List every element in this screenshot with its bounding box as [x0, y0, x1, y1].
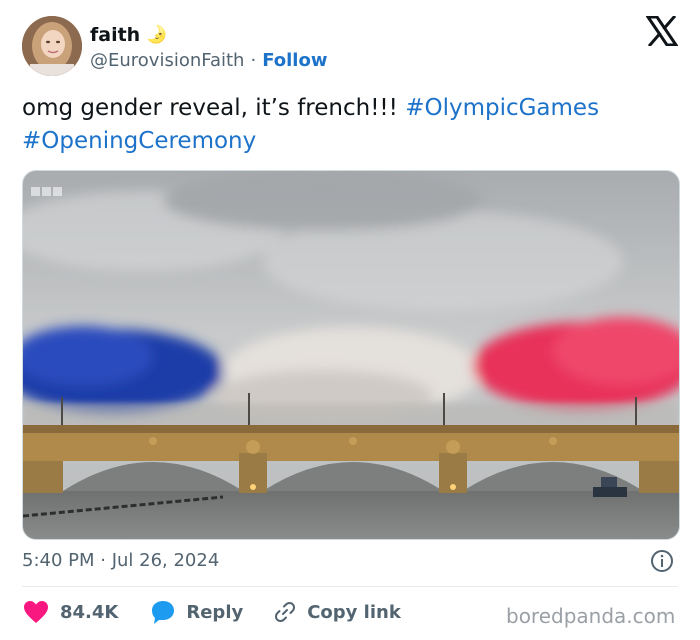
author-name[interactable]: faith: [90, 24, 140, 46]
author-handle[interactable]: @EurovisionFaith: [90, 50, 244, 71]
avatar[interactable]: [22, 16, 82, 76]
info-icon[interactable]: [650, 549, 674, 573]
tweet-timestamp[interactable]: 5:40 PM · Jul 26, 2024: [22, 548, 219, 572]
avatar-image: [22, 16, 82, 76]
x-logo-icon[interactable]: [646, 16, 678, 46]
divider: [22, 586, 678, 587]
copy-link-button[interactable]: Copy link: [273, 600, 401, 624]
reply-label: Reply: [186, 601, 244, 623]
tweet-text: omg gender reveal, it’s french!!! #Olymp…: [22, 92, 682, 158]
author-handle-row: @EurovisionFaith · Follow: [90, 48, 327, 72]
hashtag-openingceremony[interactable]: #OpeningCeremony: [22, 128, 256, 154]
link-icon: [275, 601, 296, 623]
like-count: 84.4K: [60, 601, 119, 623]
like-button[interactable]: 84.4K: [22, 599, 118, 625]
copy-link-label: Copy link: [307, 601, 401, 623]
watermark: boredpanda.com: [506, 604, 676, 628]
author-name-row: faith 🌛: [90, 22, 167, 48]
engagement-bar: 84.4K Reply Copy link: [22, 598, 401, 626]
heart-icon: [24, 601, 48, 623]
tweet-media-image[interactable]: [22, 170, 680, 540]
tweet-body: omg gender reveal, it’s french!!!: [22, 95, 398, 121]
follow-button[interactable]: Follow: [262, 50, 327, 71]
moon-emoji-icon: 🌛: [146, 25, 168, 45]
reply-bubble-icon: [152, 601, 175, 624]
hashtag-olympicgames[interactable]: #OlympicGames: [405, 95, 599, 121]
reply-button[interactable]: Reply: [150, 599, 243, 625]
separator-dot: ·: [250, 49, 257, 71]
bbc-logo: [31, 187, 62, 196]
olympics-smoke-bridge-photo: [23, 171, 679, 539]
